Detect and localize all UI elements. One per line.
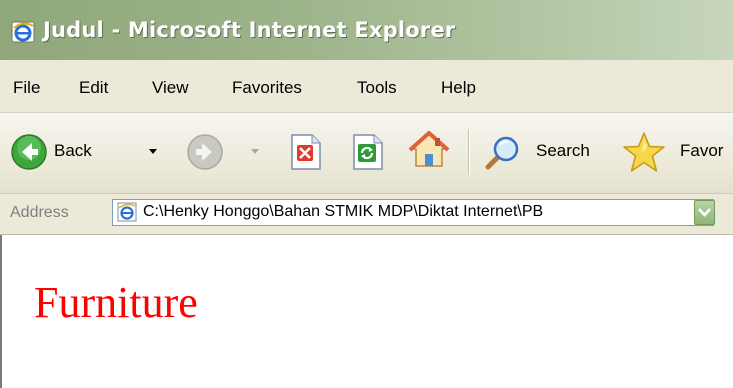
window-title: Judul - Microsoft Internet Explorer xyxy=(43,18,456,42)
menu-edit[interactable]: Edit xyxy=(79,78,108,98)
back-icon xyxy=(11,134,47,170)
address-value: C:\Henky Honggo\Bahan STMIK MDP\Diktat I… xyxy=(143,203,544,220)
favorites-label: Favor xyxy=(680,141,724,160)
menu-help[interactable]: Help xyxy=(441,78,476,98)
title-bar[interactable]: Judul - Microsoft Internet Explorer xyxy=(0,0,733,60)
search-label: Search xyxy=(536,141,590,160)
standard-toolbar: Back Search Favor xyxy=(0,113,733,194)
search-icon xyxy=(485,136,519,170)
menu-bar: File Edit View Favorites Tools Help xyxy=(0,60,733,113)
stop-icon[interactable] xyxy=(288,133,322,171)
address-label: Address xyxy=(10,204,69,221)
back-button[interactable]: Back xyxy=(10,131,145,173)
menu-file[interactable]: File xyxy=(13,78,40,98)
toolbar-separator xyxy=(468,129,470,175)
favorites-button[interactable]: Favor xyxy=(622,129,733,173)
search-button[interactable]: Search xyxy=(480,131,610,173)
page-heading: Furniture xyxy=(34,278,198,327)
ie-icon xyxy=(11,21,35,43)
forward-dropdown-icon[interactable] xyxy=(250,148,260,156)
page-ie-icon xyxy=(117,202,137,222)
back-dropdown-icon[interactable] xyxy=(148,148,158,156)
forward-icon[interactable] xyxy=(186,133,224,171)
menu-tools[interactable]: Tools xyxy=(357,78,397,98)
address-bar: Address C:\Henky Honggo\Bahan STMIK MDP\… xyxy=(0,194,733,235)
browser-window: Judul - Microsoft Internet Explorer File… xyxy=(0,0,733,388)
refresh-icon[interactable] xyxy=(350,133,384,171)
back-label: Back xyxy=(54,141,92,160)
menu-view[interactable]: View xyxy=(152,78,189,98)
home-icon[interactable] xyxy=(408,129,450,171)
page-content: Furniture xyxy=(0,235,733,388)
address-dropdown-button[interactable] xyxy=(694,200,715,225)
address-field[interactable]: C:\Henky Honggo\Bahan STMIK MDP\Diktat I… xyxy=(112,199,714,226)
chevron-down-icon xyxy=(698,208,711,217)
favorites-star-icon xyxy=(623,132,665,172)
menu-favorites[interactable]: Favorites xyxy=(232,78,302,98)
